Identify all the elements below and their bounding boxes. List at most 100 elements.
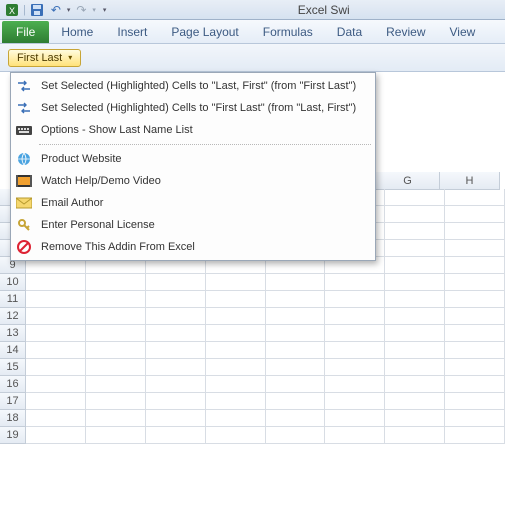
cell[interactable] (385, 427, 445, 444)
cell[interactable] (26, 342, 86, 359)
cell[interactable] (385, 359, 445, 376)
cell[interactable] (385, 291, 445, 308)
cell[interactable] (26, 359, 86, 376)
cell[interactable] (385, 206, 445, 223)
cell[interactable] (26, 325, 86, 342)
cell[interactable] (146, 291, 206, 308)
cell[interactable] (146, 359, 206, 376)
menu-item[interactable]: Set Selected (Highlighted) Cells to "Las… (11, 75, 375, 97)
cell[interactable] (445, 308, 505, 325)
cell[interactable] (325, 342, 385, 359)
row-header[interactable]: 19 (0, 427, 26, 444)
cell[interactable] (266, 376, 326, 393)
qat-customize-icon[interactable]: ▾ (99, 6, 107, 14)
column-header[interactable]: H (440, 172, 500, 190)
undo-dropdown-icon[interactable]: ▾ (67, 6, 71, 14)
cell[interactable] (206, 291, 266, 308)
menu-item[interactable]: Remove This Addin From Excel (11, 236, 375, 258)
cell[interactable] (86, 410, 146, 427)
redo-dropdown-icon[interactable]: ▾ (92, 6, 96, 14)
tab-insert[interactable]: Insert (105, 21, 159, 43)
cell[interactable] (206, 410, 266, 427)
cell[interactable] (266, 359, 326, 376)
cell[interactable] (445, 206, 505, 223)
cell[interactable] (385, 189, 445, 206)
tab-formulas[interactable]: Formulas (251, 21, 325, 43)
cell[interactable] (146, 410, 206, 427)
excel-icon[interactable]: X (4, 2, 20, 18)
tab-review[interactable]: Review (374, 21, 437, 43)
menu-item[interactable]: Set Selected (Highlighted) Cells to "Fir… (11, 97, 375, 119)
cell[interactable] (146, 342, 206, 359)
cell[interactable] (385, 393, 445, 410)
cell[interactable] (206, 274, 266, 291)
cell[interactable] (266, 342, 326, 359)
cell[interactable] (86, 325, 146, 342)
cell[interactable] (445, 410, 505, 427)
row-header[interactable]: 18 (0, 410, 26, 427)
cell[interactable] (445, 223, 505, 240)
cell[interactable] (266, 274, 326, 291)
column-header[interactable]: G (376, 172, 440, 190)
cell[interactable] (325, 427, 385, 444)
cell[interactable] (325, 325, 385, 342)
cell[interactable] (26, 410, 86, 427)
cell[interactable] (445, 325, 505, 342)
row-header[interactable]: 10 (0, 274, 26, 291)
cell[interactable] (325, 308, 385, 325)
cell[interactable] (206, 325, 266, 342)
tab-file[interactable]: File (2, 21, 49, 43)
cell[interactable] (86, 342, 146, 359)
cell[interactable] (146, 308, 206, 325)
cell[interactable] (206, 308, 266, 325)
tab-page-layout[interactable]: Page Layout (159, 21, 250, 43)
cell[interactable] (385, 410, 445, 427)
cell[interactable] (385, 342, 445, 359)
save-icon[interactable] (29, 2, 45, 18)
cell[interactable] (445, 376, 505, 393)
cell[interactable] (86, 291, 146, 308)
cell[interactable] (445, 189, 505, 206)
cell[interactable] (385, 325, 445, 342)
row-header[interactable]: 14 (0, 342, 26, 359)
undo-icon[interactable]: ↶ (48, 2, 64, 18)
cell[interactable] (206, 427, 266, 444)
cell[interactable] (146, 376, 206, 393)
cell[interactable] (325, 359, 385, 376)
menu-item[interactable]: Email Author (11, 192, 375, 214)
cell[interactable] (325, 291, 385, 308)
tab-home[interactable]: Home (49, 21, 105, 43)
cell[interactable] (146, 393, 206, 410)
cell[interactable] (385, 376, 445, 393)
cell[interactable] (86, 393, 146, 410)
cell[interactable] (206, 342, 266, 359)
cell[interactable] (206, 376, 266, 393)
cell[interactable] (445, 359, 505, 376)
cell[interactable] (325, 410, 385, 427)
cell[interactable] (26, 291, 86, 308)
cell[interactable] (146, 274, 206, 291)
cell[interactable] (445, 257, 505, 274)
menu-item[interactable]: Enter Personal License (11, 214, 375, 236)
cell[interactable] (86, 376, 146, 393)
cell[interactable] (325, 393, 385, 410)
cell[interactable] (445, 427, 505, 444)
cell[interactable] (86, 274, 146, 291)
cell[interactable] (206, 393, 266, 410)
cell[interactable] (26, 308, 86, 325)
row-header[interactable]: 17 (0, 393, 26, 410)
cell[interactable] (445, 342, 505, 359)
redo-icon[interactable]: ↷ (73, 2, 89, 18)
first-last-dropdown-button[interactable]: First Last ▾ (8, 49, 81, 67)
cell[interactable] (146, 427, 206, 444)
row-header[interactable]: 13 (0, 325, 26, 342)
tab-data[interactable]: Data (325, 21, 374, 43)
cell[interactable] (445, 274, 505, 291)
row-header[interactable]: 15 (0, 359, 26, 376)
cell[interactable] (445, 291, 505, 308)
cell[interactable] (26, 427, 86, 444)
cell[interactable] (385, 240, 445, 257)
menu-item[interactable]: Product Website (11, 148, 375, 170)
menu-item[interactable]: Options - Show Last Name List (11, 119, 375, 141)
menu-item[interactable]: Watch Help/Demo Video (11, 170, 375, 192)
